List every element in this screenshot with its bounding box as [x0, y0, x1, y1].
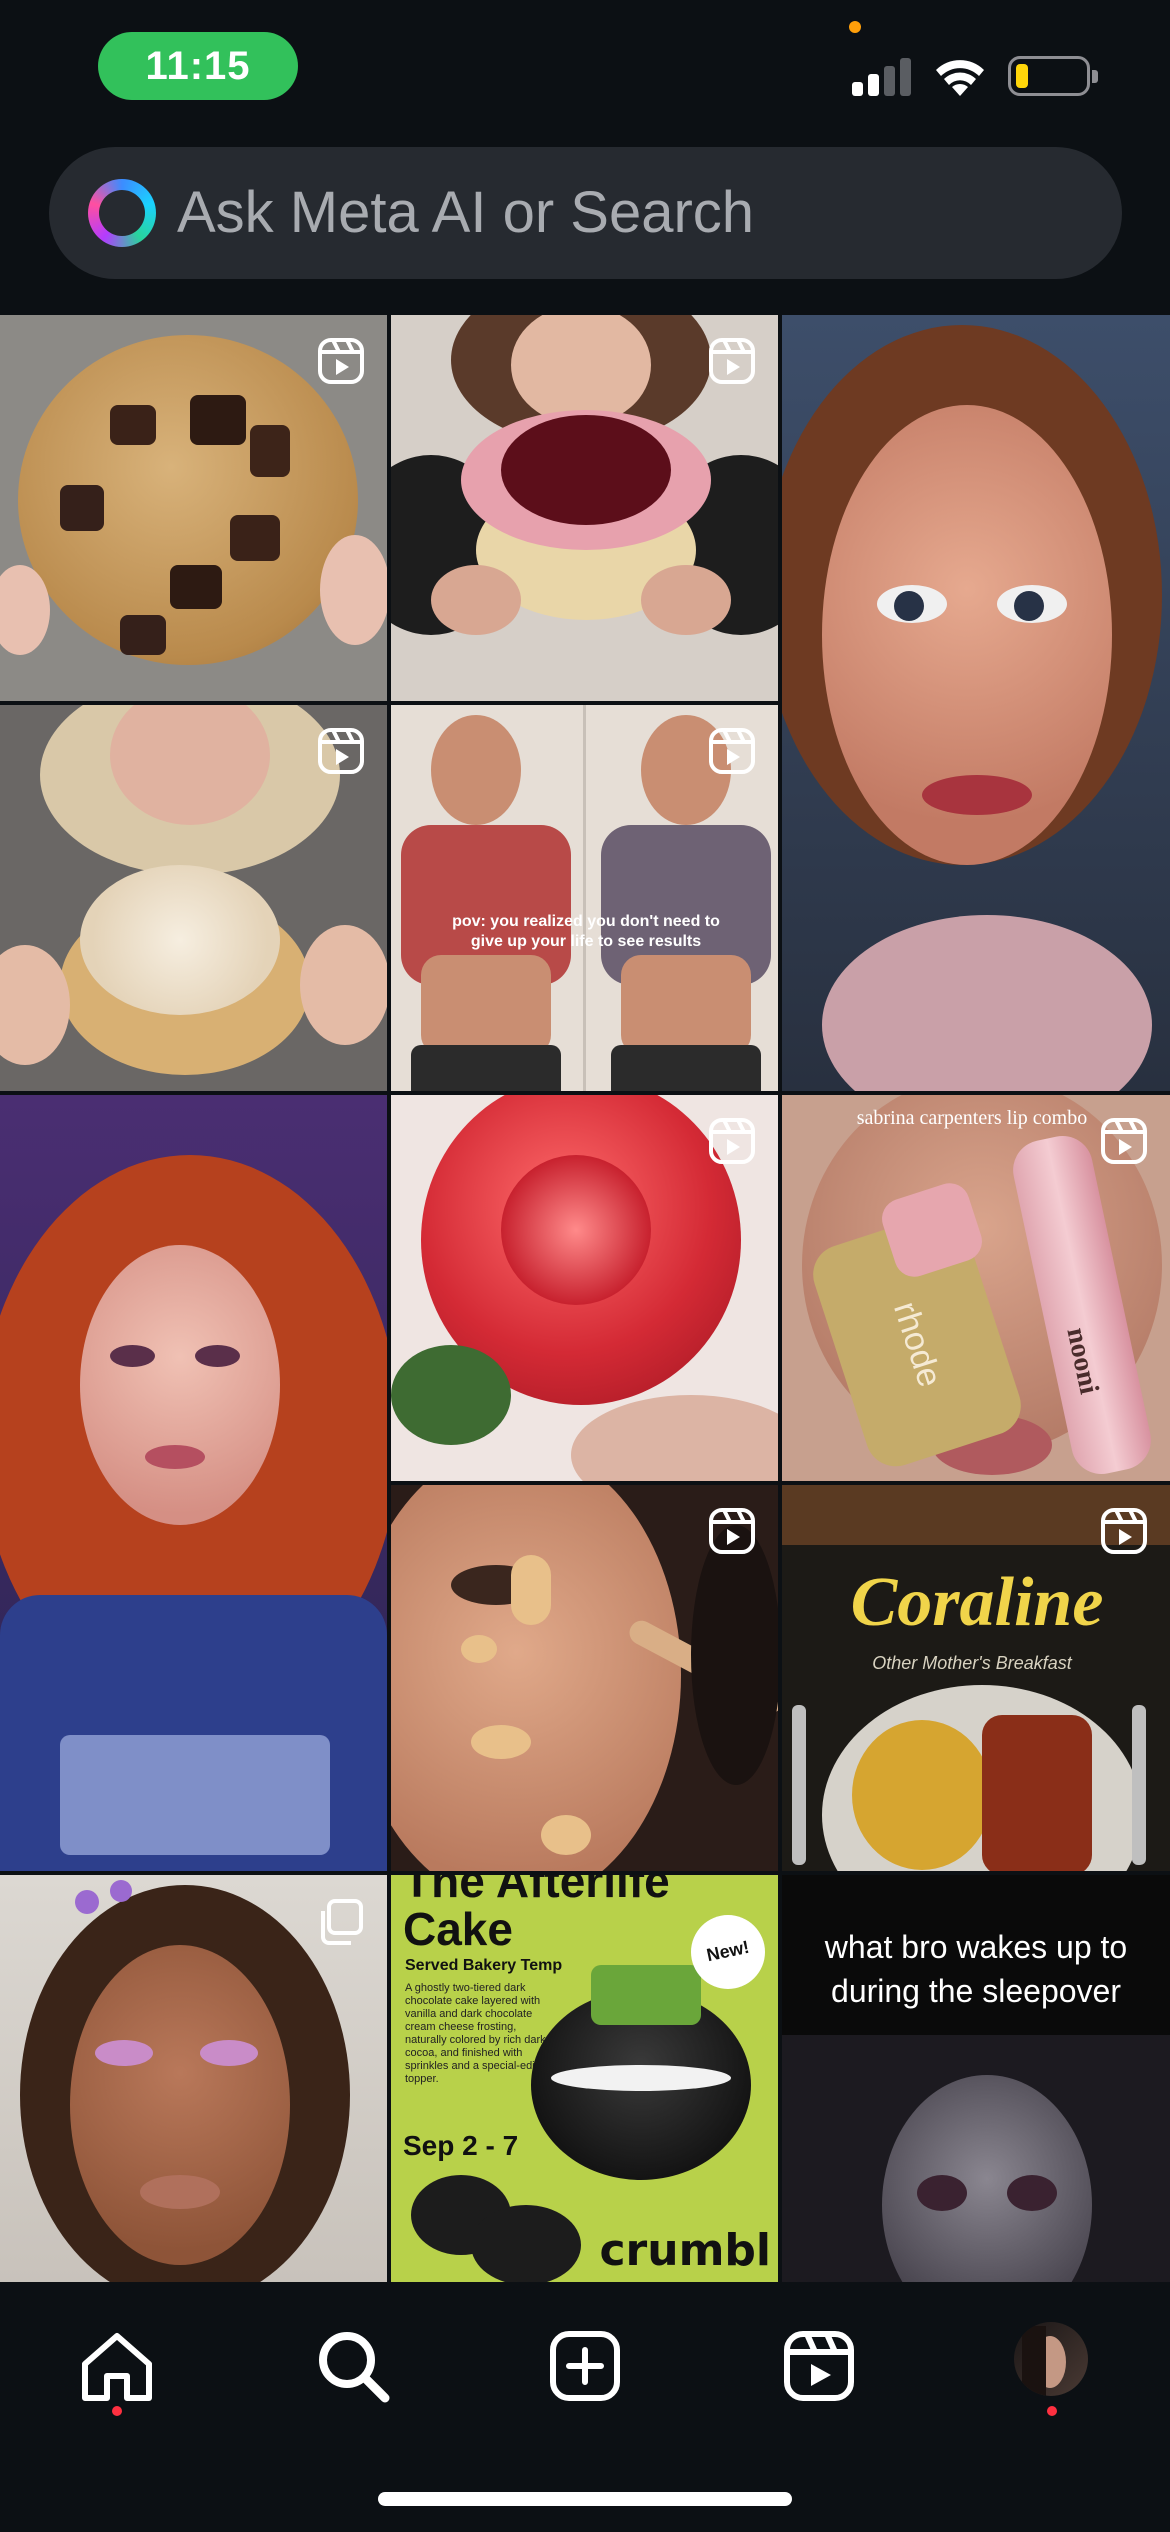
- reel-icon: [318, 728, 364, 774]
- tile-braids-portrait[interactable]: [0, 1875, 387, 2285]
- home-icon[interactable]: [77, 2326, 157, 2406]
- crumbl-title: The Afterlife Cake: [403, 1875, 670, 1955]
- coraline-title: Coraline: [850, 1564, 1104, 1641]
- tile-crumbl[interactable]: The Afterlife Cake Served Bakery Temp A …: [391, 1875, 778, 2285]
- profile-avatar[interactable]: [1014, 2322, 1088, 2396]
- home-indicator[interactable]: [378, 2492, 792, 2506]
- search-icon[interactable]: [313, 2326, 393, 2406]
- reel-icon: [1101, 1508, 1147, 1554]
- tile-cookie[interactable]: [0, 315, 387, 701]
- tile-fitness[interactable]: pov: you realized you don't need to give…: [391, 705, 778, 1091]
- crumbl-dates: Sep 2 - 7: [403, 2130, 519, 2161]
- coraline-subtitle: Other Mother's Breakfast: [872, 1653, 1072, 1673]
- create-icon[interactable]: [545, 2326, 625, 2406]
- reel-icon: [1101, 1118, 1147, 1164]
- battery-icon: [1008, 56, 1098, 96]
- wifi-icon: [936, 60, 984, 96]
- reel-icon: [318, 338, 364, 384]
- reel-icon: [709, 1508, 755, 1554]
- camera-indicator-dot: [849, 21, 861, 33]
- explore-grid: pov: you realized you don't need to give…: [0, 315, 1170, 2285]
- signal-icon: [852, 58, 914, 96]
- carousel-icon: [321, 1899, 363, 1945]
- tile-coraline[interactable]: Coraline Other Mother's Breakfast: [782, 1485, 1170, 1871]
- reel-icon: [709, 728, 755, 774]
- status-time[interactable]: 11:15: [98, 32, 298, 100]
- tile-rose-jelly[interactable]: [391, 1095, 778, 1481]
- tile-portrait-woman[interactable]: [782, 315, 1170, 1091]
- sleepover-caption: what bro wakes up to during the sleepove…: [824, 1929, 1128, 2009]
- search-bar[interactable]: Ask Meta AI or Search: [49, 147, 1122, 279]
- fitness-caption: pov: you realized you don't need to give…: [452, 913, 720, 950]
- home-notification-dot: [112, 2406, 122, 2416]
- profile-notification-dot: [1047, 2406, 1057, 2416]
- status-bar: 11:15: [0, 0, 1170, 140]
- tile-sleepover-meme[interactable]: what bro wakes up to during the sleepove…: [782, 1875, 1170, 2285]
- frosting: [80, 865, 280, 1015]
- meta-ai-ring-icon[interactable]: [88, 179, 156, 247]
- reel-icon: [709, 338, 755, 384]
- reels-icon[interactable]: [779, 2326, 859, 2406]
- tile-red-hair[interactable]: [0, 1095, 387, 1871]
- reel-icon: [709, 1118, 755, 1164]
- search-input[interactable]: Ask Meta AI or Search: [177, 147, 754, 279]
- crumbl-brand: crumbl: [599, 2225, 771, 2276]
- lip-combo-caption: sabrina carpenters lip combo: [856, 1107, 1088, 1129]
- tile-frosted-cookie[interactable]: [0, 705, 387, 1091]
- tile-lip-combo[interactable]: rhode nooni sabrina carpenters lip combo: [782, 1095, 1170, 1481]
- tile-makeup-face[interactable]: [391, 1485, 778, 1871]
- tile-jam-cookie[interactable]: [391, 315, 778, 701]
